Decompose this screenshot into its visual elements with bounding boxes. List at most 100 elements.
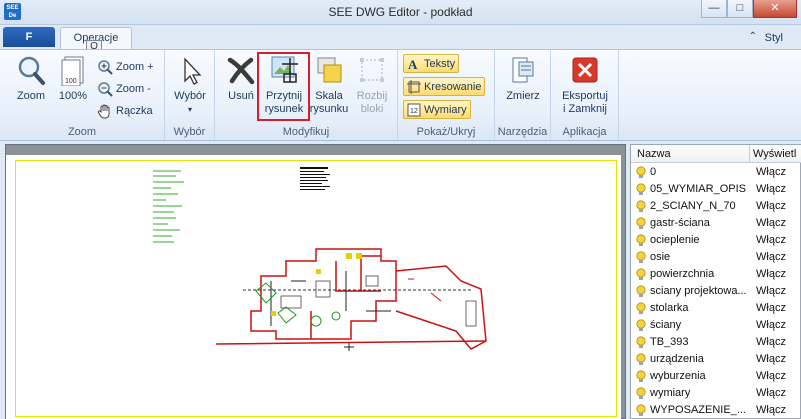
layer-row[interactable]: stolarka Włącz — [631, 300, 801, 317]
layer-visibility[interactable]: Włącz — [756, 353, 786, 365]
zoom-out-label: Zoom - — [116, 83, 151, 95]
layer-visibility[interactable]: Włącz — [756, 268, 786, 280]
group-tools: Zmierz Narzędzia — [495, 50, 551, 140]
layer-row[interactable]: powierzchnia Włącz — [631, 266, 801, 283]
toggle-dimensions[interactable]: 12 Wymiary — [403, 100, 471, 119]
layer-row[interactable]: wyburzenia Włącz — [631, 368, 801, 385]
lightbulb-icon[interactable] — [636, 302, 646, 315]
layer-visibility[interactable]: Włącz — [756, 302, 786, 314]
layer-row[interactable]: gastr-ściana Włącz — [631, 215, 801, 232]
zoom-100-button[interactable]: 100 100% — [54, 54, 92, 103]
lightbulb-icon[interactable] — [636, 251, 646, 264]
maximize-button[interactable]: □ — [727, 0, 753, 18]
toggle-dimensions-label: Wymiary — [424, 103, 467, 116]
window-controls: — □ ✕ — [701, 0, 797, 18]
layer-name: WYPOSAZENIE_... — [650, 404, 746, 416]
layer-visibility[interactable]: Włącz — [756, 234, 786, 246]
column-header-name[interactable]: Nazwa — [637, 148, 671, 160]
lightbulb-icon[interactable] — [636, 285, 646, 298]
layer-visibility[interactable]: Włącz — [756, 183, 786, 195]
close-x-icon — [569, 54, 601, 86]
layer-row[interactable]: WYPOSAZENIE_... Włącz — [631, 402, 801, 419]
layer-row[interactable]: 2_SCIANY_N_70 Włącz — [631, 198, 801, 215]
group-select: Wybór ▾ Wybór — [165, 50, 215, 140]
lightbulb-icon[interactable] — [636, 336, 646, 349]
svg-text:100: 100 — [65, 78, 77, 85]
layer-row[interactable]: 05_WYMIAR_OPIS Włącz — [631, 181, 801, 198]
measure-button[interactable]: Zmierz — [503, 54, 543, 103]
magnifier-icon — [15, 54, 47, 86]
zoom-out-button[interactable]: Zoom - — [97, 79, 151, 99]
layer-row[interactable]: urządzenia Włącz — [631, 351, 801, 368]
delete-x-icon — [225, 54, 257, 86]
layer-visibility[interactable]: Włącz — [756, 404, 786, 416]
zoom-button[interactable]: Zoom — [12, 54, 50, 103]
file-tab[interactable]: F — [3, 27, 55, 47]
export-close-button[interactable]: Eksportuj i Zamknij — [559, 54, 611, 116]
scale-drawing-label-1: Skala — [315, 90, 343, 102]
minimize-button[interactable]: — — [701, 0, 727, 18]
group-zoom: Zoom 100 100% Zoom + Zoom - Rączka Zoom — [0, 50, 165, 140]
group-label-show-hide: Pokaż/Ukryj — [416, 126, 476, 138]
layer-name: 2_SCIANY_N_70 — [650, 200, 736, 212]
lightbulb-icon[interactable] — [636, 319, 646, 332]
lightbulb-icon[interactable] — [636, 404, 646, 417]
layer-visibility[interactable]: Włącz — [756, 200, 786, 212]
lightbulb-icon[interactable] — [636, 183, 646, 196]
layer-visibility[interactable]: Włącz — [756, 319, 786, 331]
delete-button[interactable]: Usuń — [223, 54, 259, 103]
layer-visibility[interactable]: Włącz — [756, 251, 786, 263]
layer-row[interactable]: ściany Włącz — [631, 317, 801, 334]
layer-row[interactable]: ocieplenie Włącz — [631, 232, 801, 249]
zoom-out-icon — [97, 81, 113, 97]
dimension-icon: 12 — [407, 103, 421, 117]
scale-pages-icon — [313, 54, 345, 86]
explode-blocks-label-1: Rozbij — [356, 90, 388, 102]
column-separator[interactable] — [749, 145, 750, 163]
layer-visibility[interactable]: Włącz — [756, 285, 786, 297]
layer-name: powierzchnia — [650, 268, 715, 280]
style-menu[interactable]: Styl — [765, 32, 783, 44]
delete-label: Usuń — [228, 90, 254, 102]
layer-row[interactable]: wymiary Włącz — [631, 385, 801, 402]
group-application: Eksportuj i Zamknij Aplikacja — [551, 50, 619, 140]
layer-name: ocieplenie — [650, 234, 700, 246]
layer-name: gastr-ściana — [650, 217, 710, 229]
chevron-up-icon[interactable]: ⌃ — [749, 31, 757, 42]
column-header-visible[interactable]: Wyświetl — [753, 148, 796, 160]
text-a-icon: A — [407, 57, 421, 72]
lightbulb-icon[interactable] — [636, 200, 646, 213]
layer-name: 0 — [650, 166, 657, 178]
explode-blocks-icon — [356, 54, 388, 86]
export-close-label-2: i Zamknij — [562, 103, 607, 115]
lightbulb-icon[interactable] — [636, 268, 646, 281]
lightbulb-icon[interactable] — [636, 353, 646, 366]
close-button[interactable]: ✕ — [753, 0, 797, 18]
group-label-zoom: Zoom — [67, 126, 97, 138]
scale-drawing-button[interactable]: Skala rysunku — [309, 54, 349, 116]
layer-row[interactable]: osie Włącz — [631, 249, 801, 266]
layer-visibility[interactable]: Włącz — [756, 387, 786, 399]
lightbulb-icon[interactable] — [636, 234, 646, 247]
layer-row[interactable]: TB_393 Włącz — [631, 334, 801, 351]
layer-row[interactable]: 0 Włącz — [631, 164, 801, 181]
explode-blocks-label-2: bloki — [360, 103, 384, 115]
lightbulb-icon[interactable] — [636, 370, 646, 383]
layer-row[interactable]: sciany projektowa... Włącz — [631, 283, 801, 300]
group-label-modify: Modyfikuj — [282, 126, 330, 138]
toggle-texts[interactable]: A Teksty — [403, 54, 460, 73]
layer-visibility[interactable]: Włącz — [756, 166, 786, 178]
lightbulb-icon[interactable] — [636, 387, 646, 400]
lightbulb-icon[interactable] — [636, 217, 646, 230]
hand-button[interactable]: Rączka — [97, 101, 153, 121]
explode-blocks-button[interactable]: Rozbij bloki — [353, 54, 391, 116]
toggle-hatching[interactable]: Kresowanie — [403, 77, 486, 96]
layer-visibility[interactable]: Włącz — [756, 370, 786, 382]
lightbulb-icon[interactable] — [636, 166, 646, 179]
zoom-label: Zoom — [16, 90, 46, 102]
select-button[interactable]: Wybór ▾ — [171, 54, 209, 116]
layer-visibility[interactable]: Włącz — [756, 336, 786, 348]
toggle-hatching-label: Kresowanie — [424, 80, 482, 93]
layer-visibility[interactable]: Włącz — [756, 217, 786, 229]
zoom-in-button[interactable]: Zoom + — [97, 57, 154, 77]
